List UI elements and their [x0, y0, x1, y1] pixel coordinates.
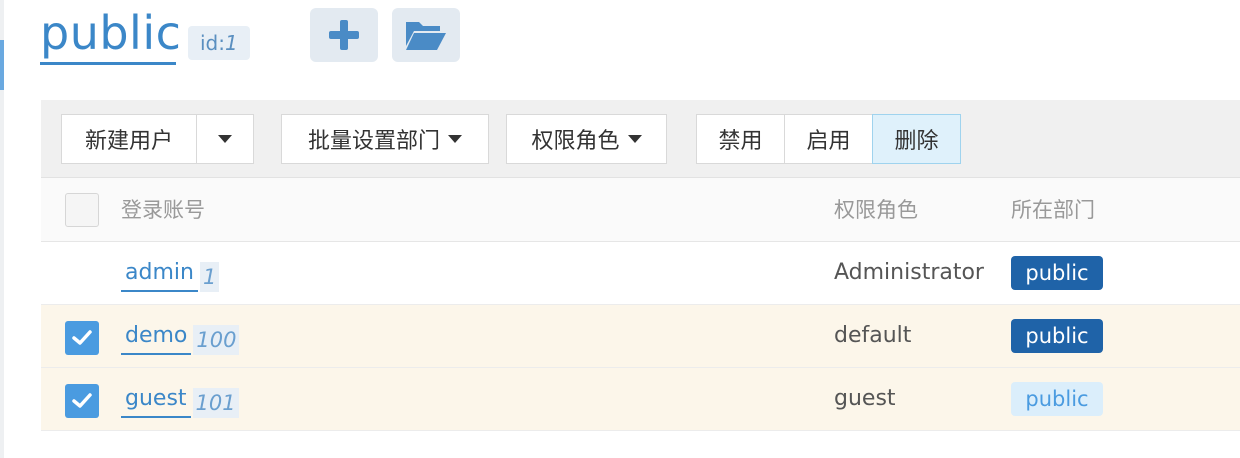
dept-badge[interactable]: public — [1011, 382, 1103, 416]
new-user-button[interactable]: 新建用户 — [61, 114, 197, 164]
check-icon — [72, 393, 92, 408]
left-edge-active-indicator — [0, 40, 4, 90]
caret-down-icon — [448, 135, 462, 143]
batch-dept-label: 批量设置部门 — [307, 129, 440, 154]
role-label: 权限角色 — [531, 129, 620, 154]
row-checkbox-checked[interactable] — [65, 384, 99, 418]
role-cell: Administrator — [834, 260, 984, 285]
id-label: id: — [200, 31, 225, 55]
column-header-dept: 所在部门 — [1011, 198, 1095, 222]
caret-down-icon — [218, 135, 232, 143]
enable-button[interactable]: 启用 — [784, 114, 873, 164]
batch-dept-button[interactable]: 批量设置部门 — [281, 114, 489, 164]
account-id: 100 — [193, 325, 240, 355]
page-title: public — [40, 6, 181, 65]
disable-button[interactable]: 禁用 — [696, 114, 785, 164]
row-checkbox-checked[interactable] — [65, 321, 99, 355]
account-link[interactable]: admin — [121, 258, 198, 292]
page-header: public id:1 — [40, 0, 1220, 70]
open-folder-button[interactable] — [392, 8, 460, 62]
column-header-role: 权限角色 — [834, 198, 918, 222]
account-link[interactable]: guest — [121, 384, 191, 418]
plus-icon — [329, 20, 359, 50]
dept-badge[interactable]: public — [1011, 319, 1103, 353]
caret-down-icon — [627, 135, 642, 143]
account-link[interactable]: demo — [121, 321, 192, 355]
add-button[interactable] — [310, 8, 378, 62]
id-value: 1 — [225, 31, 238, 55]
check-icon — [72, 330, 92, 345]
toolbar: 新建用户 批量设置部门 权限角色 禁用 启用 删除 — [41, 100, 1240, 178]
select-all-checkbox[interactable] — [65, 193, 99, 227]
role-button[interactable]: 权限角色 — [506, 114, 667, 164]
account-cell: demo 100 — [121, 319, 240, 355]
user-panel: 新建用户 批量设置部门 权限角色 禁用 启用 删除 登录账号 权限角色 所在部门… — [41, 100, 1240, 433]
account-cell: guest 101 — [121, 382, 239, 418]
new-user-dropdown-toggle[interactable] — [196, 114, 254, 164]
delete-button[interactable]: 删除 — [872, 114, 961, 164]
dept-badge[interactable]: public — [1011, 256, 1103, 290]
table-row[interactable]: guest 101 guest public — [41, 368, 1240, 431]
role-cell: default — [834, 323, 912, 348]
folder-open-icon — [406, 22, 446, 50]
column-header-account: 登录账号 — [121, 198, 205, 222]
table-row[interactable]: admin 1 Administrator public — [41, 242, 1240, 305]
account-id: 101 — [192, 388, 239, 418]
table-row[interactable]: demo 100 default public — [41, 305, 1240, 368]
id-badge: id:1 — [188, 26, 250, 60]
role-cell: guest — [834, 386, 896, 411]
account-cell: admin 1 — [121, 256, 220, 292]
account-id: 1 — [199, 262, 220, 292]
table-header: 登录账号 权限角色 所在部门 — [41, 178, 1240, 242]
